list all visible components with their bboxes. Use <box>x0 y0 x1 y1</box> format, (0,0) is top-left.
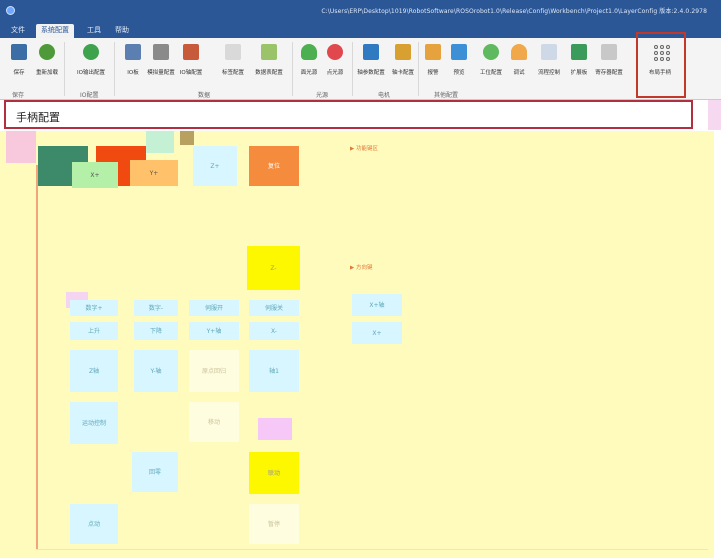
guide-line <box>36 549 708 550</box>
section-title-direction: ▶ 方向键 <box>350 265 373 271</box>
io-board-button[interactable]: IO板 <box>118 41 148 85</box>
menu-bar: 文件 系统配置 工具 帮助 <box>0 22 721 38</box>
save-icon <box>11 44 27 60</box>
app-icon <box>6 6 15 15</box>
extension-icon <box>571 44 587 60</box>
group-label-light: 光源 <box>316 92 329 99</box>
io-output-config-button[interactable]: IO输出配置 <box>76 41 106 85</box>
analog-config-button[interactable]: 模拟量配置 <box>146 41 176 85</box>
debug-button[interactable]: 调试 <box>504 41 534 85</box>
register-config-button[interactable]: 寄存器配置 <box>594 41 624 85</box>
menu-file[interactable]: 文件 <box>6 24 30 38</box>
color-swatch <box>180 131 194 145</box>
menu-tools[interactable]: 工具 <box>82 24 106 38</box>
group-label-data: 数据 <box>198 92 211 99</box>
key-x-plus-axis[interactable]: X+轴 <box>352 294 402 316</box>
color-swatch <box>258 418 292 440</box>
refresh-icon <box>83 44 99 60</box>
key-number-plus[interactable]: 数字+ <box>70 300 118 316</box>
workspace <box>0 131 714 558</box>
group-label-io: IO配置 <box>80 92 99 99</box>
key-down[interactable]: 下降 <box>134 322 178 340</box>
flow-icon <box>541 44 557 60</box>
motor-icon <box>363 44 379 60</box>
datatable-config-button[interactable]: 数据表配置 <box>254 41 284 85</box>
key-move[interactable]: 移动 <box>189 402 239 442</box>
axis-icon <box>183 44 199 60</box>
warning-icon <box>425 44 441 60</box>
window-path: C:\Users\ERP\Desktop\1019\RobotSoftware\… <box>321 8 707 15</box>
key-x-plus[interactable]: X+ <box>72 162 118 188</box>
board-icon <box>125 44 141 60</box>
panel-header: 手柄配置 <box>4 100 693 129</box>
key-z-minus[interactable]: Z- <box>247 246 300 290</box>
bulb-icon <box>301 44 317 60</box>
analog-icon <box>153 44 169 60</box>
register-icon <box>601 44 617 60</box>
ribbon-toolbar: 保存 重新加载 IO输出配置 IO板 模拟量配置 IO轴配置 标签配置 数据表配… <box>0 38 721 100</box>
label-icon <box>225 44 241 60</box>
station-config-button[interactable]: 工位配置 <box>476 41 506 85</box>
highlight-box <box>636 32 686 98</box>
cycle-icon <box>483 44 499 60</box>
key-servo-off[interactable]: 伺服关 <box>249 300 299 316</box>
key-number-minus[interactable]: 数字- <box>134 300 178 316</box>
label-config-button[interactable]: 标签配置 <box>218 41 248 85</box>
key-x-plus-2[interactable]: X+ <box>352 322 402 344</box>
key-y-minus-axis[interactable]: Y-轴 <box>134 350 178 392</box>
menu-help[interactable]: 帮助 <box>110 24 134 38</box>
key-x-minus[interactable]: X- <box>249 322 299 340</box>
side-marker <box>708 100 721 130</box>
key-z-plus[interactable]: Z+ <box>193 146 237 186</box>
key-axis-1[interactable]: 轴1 <box>249 350 299 392</box>
axis-param-button[interactable]: 轴参数配置 <box>356 41 386 85</box>
panel-title: 手柄配置 <box>16 111 60 124</box>
group-label-save: 保存 <box>12 92 25 99</box>
color-swatch <box>6 131 36 163</box>
io-axis-config-button[interactable]: IO轴配置 <box>176 41 206 85</box>
key-motion-control[interactable]: 运动控制 <box>70 402 118 444</box>
group-separator <box>64 42 65 96</box>
preview-icon <box>451 44 467 60</box>
key-up[interactable]: 上升 <box>70 322 118 340</box>
key-pause[interactable]: 暂停 <box>249 504 299 544</box>
menu-system-config[interactable]: 系统配置 <box>36 24 74 38</box>
group-label-other: 其他配置 <box>434 92 459 99</box>
section-title-function: ▶ 功能键区 <box>350 146 378 152</box>
extension-board-button[interactable]: 扩展板 <box>564 41 594 85</box>
key-y-plus-axis[interactable]: Y+轴 <box>189 322 239 340</box>
preview-button[interactable]: 预览 <box>444 41 474 85</box>
group-label-motor: 电机 <box>378 92 391 99</box>
table-icon <box>261 44 277 60</box>
key-home[interactable]: 原点回归 <box>189 350 239 392</box>
key-link[interactable]: 联动 <box>249 452 299 494</box>
key-y-plus[interactable]: Y+ <box>130 160 178 186</box>
title-bar: C:\Users\ERP\Desktop\1019\RobotSoftware\… <box>0 0 721 22</box>
axis-card-button[interactable]: 轴卡配置 <box>388 41 418 85</box>
guide-line <box>36 165 38 550</box>
reload-icon <box>39 44 55 60</box>
key-jog[interactable]: 点动 <box>70 504 118 544</box>
debug-icon <box>511 44 527 60</box>
key-z-axis[interactable]: Z轴 <box>70 350 118 392</box>
point-light-icon <box>327 44 343 60</box>
color-swatch <box>146 131 174 153</box>
flow-control-button[interactable]: 流程控制 <box>534 41 564 85</box>
point-light-button[interactable]: 点光源 <box>320 41 350 85</box>
key-return-zero[interactable]: 回零 <box>132 452 178 492</box>
key-servo-on[interactable]: 伺服开 <box>189 300 239 316</box>
card-icon <box>395 44 411 60</box>
save-button[interactable]: 保存 <box>4 41 34 85</box>
key-reset[interactable]: 复位 <box>249 146 299 186</box>
reload-button[interactable]: 重新加载 <box>32 41 62 85</box>
